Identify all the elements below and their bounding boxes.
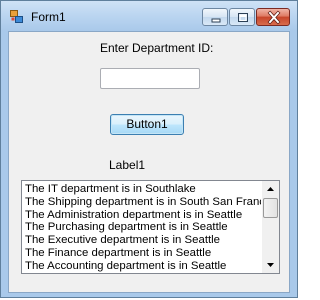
minimize-button[interactable] [202, 8, 228, 26]
maximize-button[interactable] [229, 8, 255, 26]
list-item[interactable]: The Finance department is in Seattle [25, 247, 261, 260]
maximize-icon [238, 13, 248, 22]
list-item[interactable]: The Accounting department is in Seattle [25, 260, 261, 273]
scroll-thumb[interactable] [263, 198, 278, 218]
form-client-area: Enter Department ID: Button1 Label1 The … [8, 31, 290, 293]
list-item[interactable]: The Executive department is in Seattle [25, 234, 261, 247]
scroll-up-arrow-icon[interactable] [262, 181, 279, 198]
form1-window: Form1 Enter Department ID: Button1 Label… [0, 0, 298, 298]
department-listbox[interactable]: The IT department is in Southlake The Sh… [21, 180, 280, 274]
listbox-scrollbar[interactable] [262, 181, 279, 273]
list-item[interactable]: The Shipping department is in South San … [25, 196, 261, 209]
list-item[interactable]: The Purchasing department is in Seattle [25, 221, 261, 234]
button1[interactable]: Button1 [110, 114, 184, 135]
department-id-input[interactable] [100, 68, 200, 89]
app-icon [10, 10, 23, 23]
scroll-down-arrow-icon[interactable] [262, 256, 279, 273]
listbox-items: The IT department is in Southlake The Sh… [25, 183, 261, 273]
window-title: Form1 [31, 10, 66, 24]
department-id-label: Enter Department ID: [100, 41, 214, 55]
list-item[interactable]: The IT department is in Southlake [25, 183, 261, 196]
title-bar[interactable]: Form1 [1, 1, 297, 31]
close-button[interactable] [256, 8, 290, 26]
result-label: Label1 [109, 158, 146, 172]
list-item[interactable]: The Administration department is in Seat… [25, 209, 261, 222]
minimize-icon [211, 18, 221, 23]
close-icon [267, 10, 281, 25]
